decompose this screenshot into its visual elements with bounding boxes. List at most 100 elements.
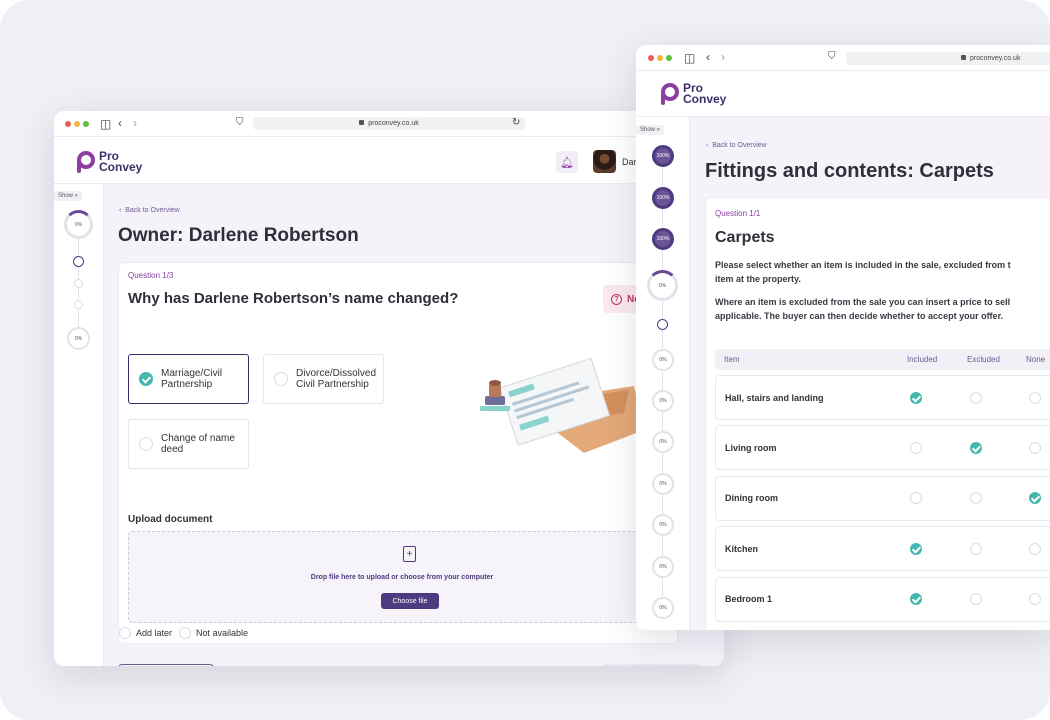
notification-bell-icon[interactable]: 🔔︎ — [556, 151, 578, 173]
question-title: Why has Darlene Robertson’s name changed… — [128, 290, 459, 307]
shield-icon: ⛉ — [236, 117, 244, 128]
option-radio-icon — [139, 437, 153, 451]
previous-button-edge[interactable] — [118, 664, 214, 666]
right-main-content: ‹ Back to Overview Fittings and contents… — [690, 117, 1050, 630]
forward-arrow-icon[interactable]: › — [721, 51, 725, 63]
progress-ring-2[interactable]: 100% — [652, 187, 674, 209]
upload-dropzone[interactable]: + Drop file here to upload or choose fro… — [128, 531, 676, 623]
proconvey-logo[interactable]: Pro Convey — [661, 82, 727, 106]
back-arrow-icon[interactable]: ‹ — [118, 117, 122, 129]
option-change-of-name-deed[interactable]: Change of name deed — [128, 419, 249, 469]
sidebar-toggle-icon[interactable]: ◫ — [684, 52, 695, 64]
progress-ring-current-label: 0% — [658, 282, 667, 289]
row-included-checkbox-icon[interactable] — [910, 593, 922, 606]
row-item-name: Bedroom 1 — [725, 594, 773, 605]
app-header: Pro Convey — [636, 71, 1050, 117]
back-to-overview-link[interactable]: ‹ Back to Overview — [706, 142, 767, 149]
row-excluded-checkbox-icon[interactable] — [970, 441, 982, 454]
progress-step-current[interactable] — [73, 256, 84, 267]
progress-ring-10-label: 0% — [659, 564, 667, 570]
progress-ring-current[interactable]: 0% — [647, 270, 678, 301]
address-bar[interactable]: proconvey.co.uk — [253, 117, 525, 130]
maximize-dot[interactable] — [666, 55, 672, 61]
back-arrow-icon[interactable]: ‹ — [706, 51, 710, 63]
progress-ring-6[interactable]: 0% — [652, 390, 674, 412]
progress-ring-1-label: 0% — [74, 221, 83, 228]
question-card: Question 1/3 Why has Darlene Robertson’s… — [118, 262, 678, 644]
lock-icon — [961, 55, 966, 60]
logo-mark-icon — [661, 83, 679, 105]
progress-ring-9[interactable]: 0% — [652, 514, 674, 536]
progress-ring-5[interactable]: 0% — [652, 349, 674, 371]
back-to-overview-link[interactable]: ‹ Back to Overview — [119, 207, 180, 214]
row-included-checkbox-icon[interactable] — [910, 492, 922, 505]
progress-ring-3[interactable]: 100% — [652, 228, 674, 250]
progress-ring-2-label: 100% — [656, 195, 670, 201]
row-excluded-checkbox-icon[interactable] — [970, 492, 982, 505]
progress-step-current[interactable] — [657, 319, 668, 330]
next-button-edge[interactable] — [601, 664, 701, 666]
row-excluded-checkbox-icon[interactable] — [970, 391, 982, 404]
progress-ring-7[interactable]: 0% — [652, 431, 674, 453]
row-included-checkbox-icon[interactable] — [910, 542, 922, 555]
progress-step-2[interactable] — [74, 279, 83, 288]
not-available-radio-icon — [179, 627, 191, 639]
sidebar-toggle-icon[interactable]: ◫ — [100, 118, 111, 130]
reload-icon[interactable]: ↻ — [512, 118, 520, 128]
right-browser-window: ◫ ‹ › ⛉ proconvey.co.uk Pro Convey Show »… — [636, 45, 1050, 630]
minimize-dot[interactable] — [74, 121, 80, 127]
left-browser-window: ◫ ‹ › ⛉ proconvey.co.uk ↻ Pro Convey 🔔︎ D… — [54, 111, 724, 666]
progress-ring-1[interactable]: 0% — [64, 210, 93, 239]
progress-ring-8[interactable]: 0% — [652, 473, 674, 495]
section-title: Carpets — [715, 229, 775, 246]
row-included-checkbox-icon[interactable] — [910, 441, 922, 454]
progress-ring-2[interactable]: 0% — [67, 327, 90, 350]
maximize-dot[interactable] — [83, 121, 89, 127]
progress-ring-1[interactable]: 100% — [652, 145, 674, 167]
option-2-line1: Divorce/Dissolved — [296, 367, 377, 379]
option-2-line2: Civil Partnership — [296, 379, 369, 390]
lock-icon — [359, 120, 365, 125]
instructions-paragraph-2: Where an item is excluded from the sale … — [715, 295, 1010, 323]
proconvey-logo[interactable]: Pro Convey — [77, 150, 142, 173]
row-none-checkbox-icon[interactable] — [1029, 391, 1041, 404]
not-available-option[interactable]: Not available — [179, 627, 248, 639]
instructions-1-line2: item at the property. — [715, 274, 801, 284]
row-excluded-checkbox-icon[interactable] — [970, 593, 982, 606]
avatar[interactable] — [593, 150, 616, 173]
row-item-name: Hall, stairs and landing — [725, 392, 824, 403]
header-item: Item — [724, 355, 740, 364]
choose-file-button[interactable]: Choose file — [381, 593, 439, 609]
add-later-option[interactable]: Add later — [119, 627, 172, 639]
show-sidebar-toggle[interactable]: Show » — [636, 125, 665, 135]
progress-ring-7-label: 0% — [659, 439, 667, 445]
table-row: Kitchen — [715, 526, 1050, 572]
table-header: Item Included Excluded None — [715, 349, 1050, 370]
row-included-checkbox-icon[interactable] — [910, 391, 922, 404]
option-divorce-dissolved[interactable]: Divorce/Dissolved Civil Partnership — [263, 354, 384, 404]
close-dot[interactable] — [648, 55, 654, 61]
progress-ring-3-label: 100% — [656, 236, 670, 242]
logo-line2: Convey — [683, 92, 727, 106]
row-none-checkbox-icon[interactable] — [1029, 492, 1041, 505]
not-available-label: Not available — [196, 628, 249, 638]
table-row: Hall, stairs and landing — [715, 375, 1050, 420]
row-none-checkbox-icon[interactable] — [1029, 593, 1041, 606]
row-none-checkbox-icon[interactable] — [1029, 441, 1041, 454]
show-sidebar-toggle[interactable]: Show » — [54, 191, 83, 201]
upload-hint: Drop file here to upload or choose from … — [310, 574, 494, 581]
forward-arrow-icon[interactable]: › — [133, 117, 137, 129]
progress-ring-10[interactable]: 0% — [652, 556, 674, 578]
progress-ring-11[interactable]: 0% — [652, 597, 674, 619]
minimize-dot[interactable] — [657, 55, 663, 61]
header-none: None — [1026, 355, 1046, 364]
option-checkmark-icon — [139, 372, 153, 386]
progress-step-3[interactable] — [74, 300, 83, 309]
close-dot[interactable] — [65, 121, 71, 127]
row-excluded-checkbox-icon[interactable] — [970, 542, 982, 555]
option-marriage-civil-partnership[interactable]: Marriage/Civil Partnership — [128, 354, 249, 404]
back-link-label: Back to Overview — [712, 142, 767, 149]
row-item-name: Living room — [725, 442, 777, 453]
row-none-checkbox-icon[interactable] — [1029, 542, 1041, 555]
address-bar[interactable]: proconvey.co.uk — [846, 52, 1050, 65]
